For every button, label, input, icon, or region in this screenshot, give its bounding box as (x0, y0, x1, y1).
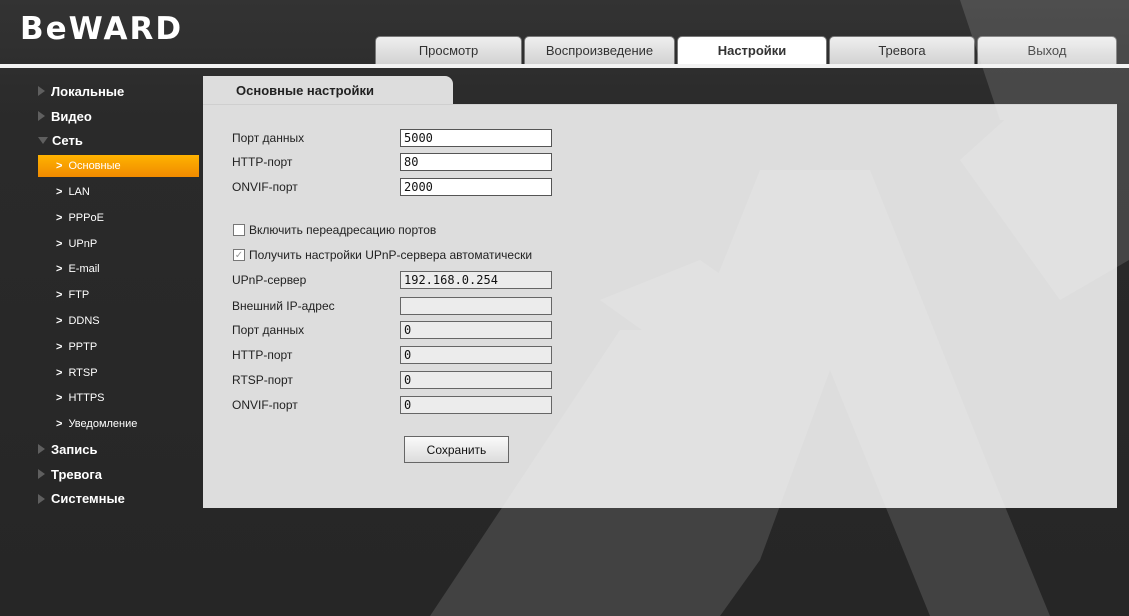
sidebar-group-local[interactable]: Локальные (38, 79, 200, 104)
sidebar-item-ftp[interactable]: > FTP (38, 282, 200, 308)
upnp-data-port-label: Порт данных (232, 323, 305, 337)
app-window: BeWARD Просмотр Воспроизведение Настройк… (0, 0, 1129, 616)
chevron-right-icon: > (56, 289, 63, 302)
onvif-port-row: ONVIF-порт (232, 178, 552, 196)
save-button[interactable]: Сохранить (404, 436, 509, 463)
tab-exit[interactable]: Выход (977, 36, 1117, 64)
sidebar-item-rtsp[interactable]: > RTSP (38, 360, 200, 386)
chevron-right-icon: > (56, 160, 63, 173)
sidebar-item-upnp[interactable]: > UPnP (38, 231, 200, 257)
sidebar-group-label: Тревога (51, 466, 103, 482)
onvif-port-label: ONVIF-порт (232, 180, 298, 194)
upnp-rtsp-port-label: RTSP-порт (232, 373, 293, 387)
sidebar-group-label: Локальные (51, 83, 125, 99)
tab-underline (0, 64, 1129, 68)
upnp-auto-label: Получить настройки UPnP-сервера автомати… (249, 248, 533, 262)
port-forward-row: Включить переадресацию портов (233, 223, 436, 237)
expanded-triangle-icon (38, 137, 48, 145)
chevron-right-icon: > (56, 185, 63, 198)
upnp-onvif-port-label: ONVIF-порт (232, 398, 298, 412)
upnp-data-port-row: Порт данных (232, 321, 552, 339)
tab-alarm[interactable]: Тревога (829, 36, 975, 64)
logo-text: BeWARD (20, 11, 184, 47)
upnp-onvif-port-row: ONVIF-порт (232, 396, 552, 414)
sidebar-item-lan[interactable]: > LAN (38, 179, 200, 205)
upnp-server-row: UPnP-сервер (232, 271, 552, 289)
http-port-input[interactable] (400, 153, 552, 171)
panel-title: Основные настройки (236, 83, 374, 98)
sidebar: Локальные Видео Сеть > Основные > LAN > … (38, 79, 200, 511)
sidebar-group-label: Видео (51, 108, 92, 124)
sidebar-item-pptp[interactable]: > PPTP (38, 334, 200, 360)
http-port-label: HTTP-порт (232, 155, 293, 169)
upnp-server-input[interactable] (400, 271, 552, 289)
sidebar-item-label: LAN (68, 185, 90, 198)
upnp-auto-checkbox[interactable]: ✓ (233, 249, 245, 261)
port-forward-checkbox[interactable] (233, 224, 245, 236)
sidebar-group-alarm[interactable]: Тревога (38, 462, 200, 487)
sidebar-group-label: Сеть (52, 133, 83, 149)
collapsed-triangle-icon (38, 444, 45, 455)
external-ip-label: Внешний IP-адрес (232, 299, 335, 313)
sidebar-group-label: Системные (51, 491, 125, 507)
sidebar-item-label: HTTPS (68, 392, 105, 405)
http-port-row: HTTP-порт (232, 153, 552, 171)
upnp-auto-row: ✓ Получить настройки UPnP-сервера автома… (233, 248, 532, 262)
sidebar-item-label: UPnP (68, 237, 98, 250)
data-port-input[interactable] (400, 129, 552, 147)
collapsed-triangle-icon (38, 86, 45, 97)
tab-settings[interactable]: Настройки (677, 36, 827, 64)
sidebar-item-https[interactable]: > HTTPS (38, 385, 200, 411)
chevron-right-icon: > (56, 211, 63, 224)
sidebar-item-pppoe[interactable]: > PPPoE (38, 205, 200, 231)
main-tabs: Просмотр Воспроизведение Настройки Трево… (375, 36, 1117, 64)
sidebar-item-label: Основные (68, 160, 121, 173)
external-ip-input[interactable] (400, 297, 552, 315)
upnp-data-port-input[interactable] (400, 321, 552, 339)
sidebar-item-label: RTSP (68, 366, 98, 379)
chevron-right-icon: > (56, 418, 63, 431)
tab-view[interactable]: Просмотр (375, 36, 522, 64)
chevron-right-icon: > (56, 314, 63, 327)
sidebar-group-video[interactable]: Видео (38, 104, 200, 129)
onvif-port-input[interactable] (400, 178, 552, 196)
sidebar-group-record[interactable]: Запись (38, 437, 200, 462)
port-forward-label: Включить переадресацию портов (249, 223, 437, 237)
sidebar-group-network[interactable]: Сеть (38, 128, 200, 153)
settings-panel: Порт данных HTTP-порт ONVIF-порт Включит… (203, 104, 1117, 508)
data-port-label: Порт данных (232, 131, 305, 145)
sidebar-group-system[interactable]: Системные (38, 486, 200, 511)
sidebar-item-basic[interactable]: > Основные (38, 155, 199, 178)
upnp-http-port-input[interactable] (400, 346, 552, 364)
sidebar-item-label: PPPoE (68, 211, 104, 224)
sidebar-item-label: E-mail (68, 263, 100, 276)
data-port-row: Порт данных (232, 129, 552, 147)
beward-logo: BeWARD (20, 14, 183, 45)
upnp-http-port-label: HTTP-порт (232, 348, 293, 362)
sidebar-item-email[interactable]: > E-mail (38, 256, 200, 282)
collapsed-triangle-icon (38, 493, 45, 504)
chevron-right-icon: > (56, 392, 63, 405)
collapsed-triangle-icon (38, 111, 45, 122)
collapsed-triangle-icon (38, 469, 45, 480)
sidebar-item-label: Уведомление (68, 418, 138, 431)
external-ip-row: Внешний IP-адрес (232, 297, 552, 315)
chevron-right-icon: > (56, 366, 63, 379)
sidebar-item-label: DDNS (68, 314, 100, 327)
upnp-http-port-row: HTTP-порт (232, 346, 552, 364)
panel-title-tab: Основные настройки (203, 76, 453, 105)
upnp-rtsp-port-row: RTSP-порт (232, 371, 552, 389)
upnp-onvif-port-input[interactable] (400, 396, 552, 414)
sidebar-item-label: FTP (68, 289, 90, 302)
chevron-right-icon: > (56, 263, 63, 276)
upnp-rtsp-port-input[interactable] (400, 371, 552, 389)
upnp-server-label: UPnP-сервер (232, 273, 307, 287)
sidebar-item-label: PPTP (68, 340, 98, 353)
sidebar-group-label: Запись (51, 441, 98, 457)
chevron-right-icon: > (56, 237, 63, 250)
chevron-right-icon: > (56, 340, 63, 353)
sidebar-item-ddns[interactable]: > DDNS (38, 308, 200, 334)
sidebar-item-notification[interactable]: > Уведомление (38, 411, 200, 437)
tab-playback[interactable]: Воспроизведение (524, 36, 675, 64)
